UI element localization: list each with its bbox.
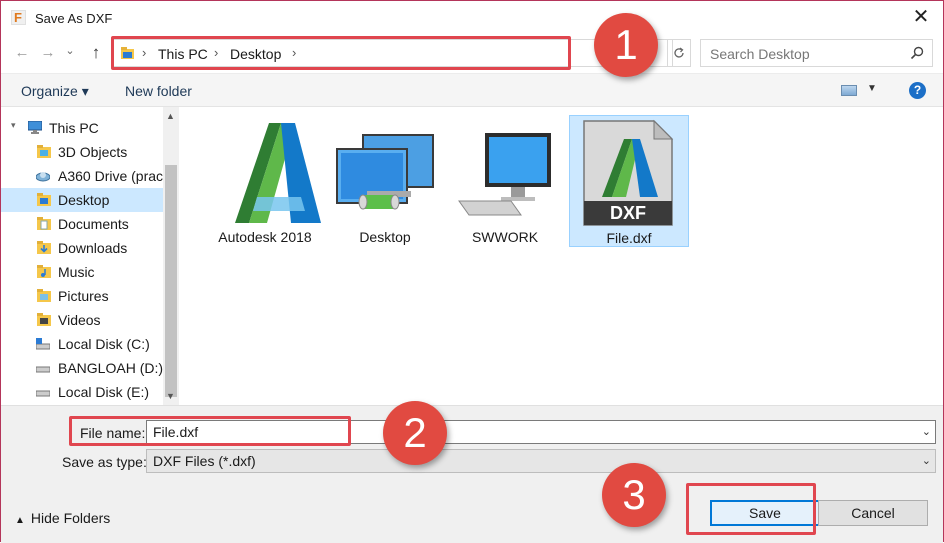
computer-icon xyxy=(458,133,551,216)
up-button[interactable]: ↑ xyxy=(87,43,105,63)
network-desktop-icon xyxy=(336,134,434,210)
search-box[interactable]: Search Desktop xyxy=(700,39,933,67)
tree-item-this-pc[interactable]: ▾ This PC xyxy=(1,116,163,140)
back-button[interactable]: ← xyxy=(13,43,31,63)
scroll-down-icon[interactable]: ▼ xyxy=(166,391,175,401)
collapse-arrow-icon[interactable]: ▾ xyxy=(11,120,16,131)
folder-icon xyxy=(37,265,51,278)
folder-icon xyxy=(37,193,51,206)
scroll-up-icon[interactable]: ▲ xyxy=(166,111,175,121)
change-view-icon[interactable] xyxy=(841,85,857,96)
tree-item-3d-objects[interactable]: 3D Objects xyxy=(1,140,163,164)
chevron-down-icon[interactable]: ⌄ xyxy=(922,454,931,467)
search-icon[interactable] xyxy=(910,46,924,60)
file-name-highlight xyxy=(69,416,351,446)
recent-locations-button[interactable]: ⌄ xyxy=(61,41,79,61)
callout-badge-3: 3 xyxy=(602,463,666,527)
tree-item-a360-drive[interactable]: A360 Drive (prac xyxy=(1,164,163,188)
folder-icon xyxy=(37,241,51,254)
tree-item-documents[interactable]: Documents xyxy=(1,212,163,236)
callout-badge-1: 1 xyxy=(594,13,658,77)
folder-icon xyxy=(37,313,51,326)
tree-item-pictures[interactable]: Pictures xyxy=(1,284,163,308)
folder-icon xyxy=(37,145,51,158)
file-item-file-dxf[interactable]: DXF File.dxf xyxy=(569,115,689,247)
save-as-type-select[interactable]: DXF Files (*.dxf) ⌄ xyxy=(146,449,936,473)
new-folder-button[interactable]: New folder xyxy=(125,83,192,99)
drive-icon xyxy=(36,366,50,373)
save-button-highlight xyxy=(686,483,816,535)
tree-item-videos[interactable]: Videos xyxy=(1,308,163,332)
drive-icon xyxy=(36,338,50,350)
forward-button[interactable]: → xyxy=(39,43,57,63)
organize-menu[interactable]: Organize ▾ xyxy=(21,83,89,100)
navigation-pane: ▾ This PC 3D Objects A360 Drive (prac De… xyxy=(1,107,163,405)
file-item-autodesk-2018[interactable]: Autodesk 2018 xyxy=(205,115,325,247)
hide-folders-button[interactable]: ▲ Hide Folders xyxy=(15,510,110,526)
scrollbar-thumb[interactable] xyxy=(165,165,177,397)
save-as-type-label: Save as type: xyxy=(62,454,147,470)
refresh-button[interactable] xyxy=(667,39,691,67)
autodesk-icon xyxy=(235,123,321,223)
title-bar: F Save As DXF ✕ xyxy=(1,1,943,35)
file-item-swwork[interactable]: SWWORK xyxy=(445,115,565,247)
file-item-desktop[interactable]: Desktop xyxy=(325,115,445,247)
view-options-dropdown-icon[interactable]: ▼ xyxy=(867,83,877,94)
window-title: Save As DXF xyxy=(35,11,113,26)
folder-icon xyxy=(37,217,51,230)
chevron-up-icon: ▲ xyxy=(15,515,25,526)
tree-item-local-disk-c[interactable]: Local Disk (C:) xyxy=(1,332,163,356)
cancel-button[interactable]: Cancel xyxy=(818,500,928,526)
drive-icon xyxy=(36,390,50,397)
close-button[interactable]: ✕ xyxy=(909,6,933,30)
address-bar-highlight xyxy=(111,36,571,70)
help-button[interactable]: ? xyxy=(909,82,926,99)
folder-icon xyxy=(37,289,51,302)
tree-item-downloads[interactable]: Downloads xyxy=(1,236,163,260)
command-bar: Organize ▾ New folder ▼ ? xyxy=(1,73,943,107)
pc-icon xyxy=(28,121,42,134)
tree-item-desktop[interactable]: Desktop xyxy=(1,188,163,212)
tree-item-bangloah-d[interactable]: BANGLOAH (D:) xyxy=(1,356,163,380)
file-view: Autodesk 2018 Desktop SWWORK DXF File.dx… xyxy=(181,107,943,405)
refresh-icon xyxy=(674,47,684,58)
dxf-badge: DXF xyxy=(610,203,646,223)
callout-badge-2: 2 xyxy=(383,401,447,465)
tree-item-local-disk-e[interactable]: Local Disk (E:) xyxy=(1,380,163,404)
cloud-drive-icon xyxy=(36,172,50,182)
navigation-scrollbar[interactable]: ▲ ▼ xyxy=(163,107,179,405)
search-placeholder: Search Desktop xyxy=(710,46,810,62)
save-as-dialog: F Save As DXF ✕ ← → ⌄ ↑ › This PC › Desk… xyxy=(0,0,944,543)
tree-item-music[interactable]: Music xyxy=(1,260,163,284)
chevron-down-icon[interactable]: ⌄ xyxy=(922,425,931,438)
app-icon: F xyxy=(11,10,26,25)
